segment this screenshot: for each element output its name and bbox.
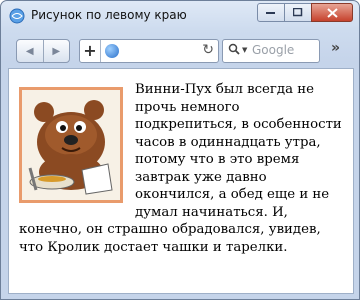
forward-button[interactable]: ▶ <box>42 40 70 62</box>
browser-window: Рисунок по левому краю ◀ ▶ + ↻ ▼ Google … <box>0 0 360 300</box>
back-button[interactable]: ◀ <box>17 40 43 62</box>
article-paragraph: Винни-Пух был всегда не прочь немного по… <box>9 69 353 256</box>
search-placeholder: Google <box>252 43 295 57</box>
maximize-button[interactable] <box>284 3 312 22</box>
forward-arrow-icon: ▶ <box>52 45 61 57</box>
page-content: Винни-Пух был всегда не прочь немного по… <box>8 68 354 294</box>
pooh-illustration <box>19 87 123 203</box>
search-icon[interactable] <box>228 43 240 58</box>
reload-icon[interactable]: ↻ <box>202 42 214 58</box>
search-input[interactable]: ▼ Google <box>222 39 320 63</box>
new-tab-plus-icon[interactable]: + <box>80 40 101 62</box>
back-arrow-icon: ◀ <box>25 45 34 57</box>
title-bar[interactable]: Рисунок по левому краю <box>1 1 359 31</box>
back-forward-group: ◀ ▶ <box>16 39 70 63</box>
navigation-toolbar: ◀ ▶ + ↻ ▼ Google » <box>1 32 359 68</box>
search-engine-dropdown-icon[interactable]: ▼ <box>242 46 247 54</box>
chevron-more-icon[interactable]: » <box>331 40 340 56</box>
page-icon <box>9 8 25 24</box>
address-bar[interactable]: + ↻ <box>79 39 219 63</box>
window-title: Рисунок по левому краю <box>31 8 187 22</box>
globe-icon <box>105 44 119 58</box>
minimize-button[interactable] <box>257 3 285 22</box>
close-button[interactable] <box>311 3 353 22</box>
